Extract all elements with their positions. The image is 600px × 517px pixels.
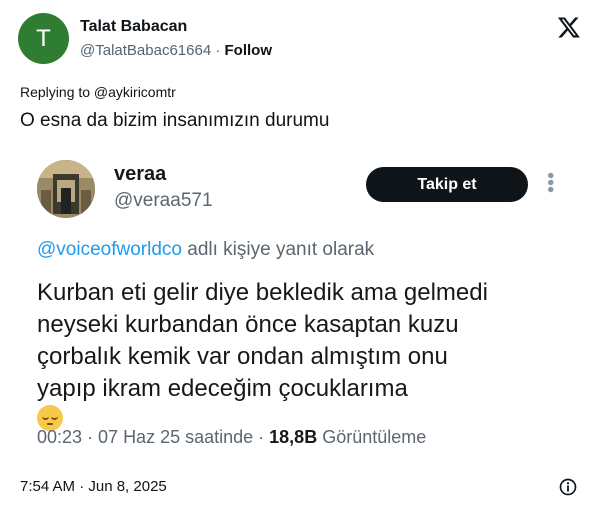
embedded-meta-time: 00:23 · 07 Haz 25 saatinde ·	[37, 427, 270, 447]
embedded-reply-mention: @voiceofworldco	[37, 239, 182, 260]
author-avatar[interactable]: T	[18, 13, 69, 64]
author-handle-row: @TalatBabac61664 · Follow	[80, 42, 272, 59]
embedded-name: veraa	[114, 163, 167, 185]
embedded-follow-button: Takip et	[366, 167, 528, 202]
more-vertical-icon: •••	[539, 172, 561, 194]
replying-to[interactable]: Replying to @aykiricomtr	[20, 84, 176, 100]
follow-link[interactable]: Follow	[225, 42, 273, 59]
embedded-body: Kurban eti gelir diye bekledik ama gelme…	[37, 277, 577, 431]
embedded-body-line: neyseki kurbandan önce kasaptan kuzu	[37, 311, 459, 338]
embedded-tweet-screenshot: veraa @veraa571 Takip et ••• @voiceofwor…	[18, 146, 583, 464]
embedded-body-line: Kurban eti gelir diye bekledik ama gelme…	[37, 279, 488, 306]
embedded-reply-context: @voiceofworldco adlı kişiye yanıt olarak	[37, 239, 374, 261]
author-handle[interactable]: @TalatBabac61664	[80, 42, 211, 59]
embedded-body-line-text: yapıp ikram edeceğim çocuklarıma	[37, 375, 408, 402]
author-name[interactable]: Talat Babacan	[80, 18, 187, 36]
embedded-handle: @veraa571	[114, 190, 213, 211]
x-logo-icon[interactable]	[557, 15, 581, 39]
embedded-meta: 00:23 · 07 Haz 25 saatinde · 18,8B Görün…	[37, 427, 426, 448]
embedded-avatar-image	[37, 160, 95, 218]
separator-dot: ·	[215, 42, 221, 59]
embedded-body-line-last: yapıp ikram edeceğim çocuklarıma	[37, 373, 577, 431]
info-icon[interactable]	[559, 478, 577, 496]
embedded-views-count: 18,8B	[269, 427, 318, 447]
tweet-timestamp[interactable]: 7:54 AM · Jun 8, 2025	[20, 478, 167, 495]
embedded-views-label: Görüntüleme	[317, 427, 427, 447]
embedded-avatar	[37, 160, 95, 218]
embedded-body-line: çorbalık kemik var ondan almıştım onu	[37, 343, 448, 370]
embedded-reply-suffix: adlı kişiye yanıt olarak	[181, 239, 375, 260]
tweet-text: O esna da bizim insanımızın durumu	[20, 110, 330, 131]
